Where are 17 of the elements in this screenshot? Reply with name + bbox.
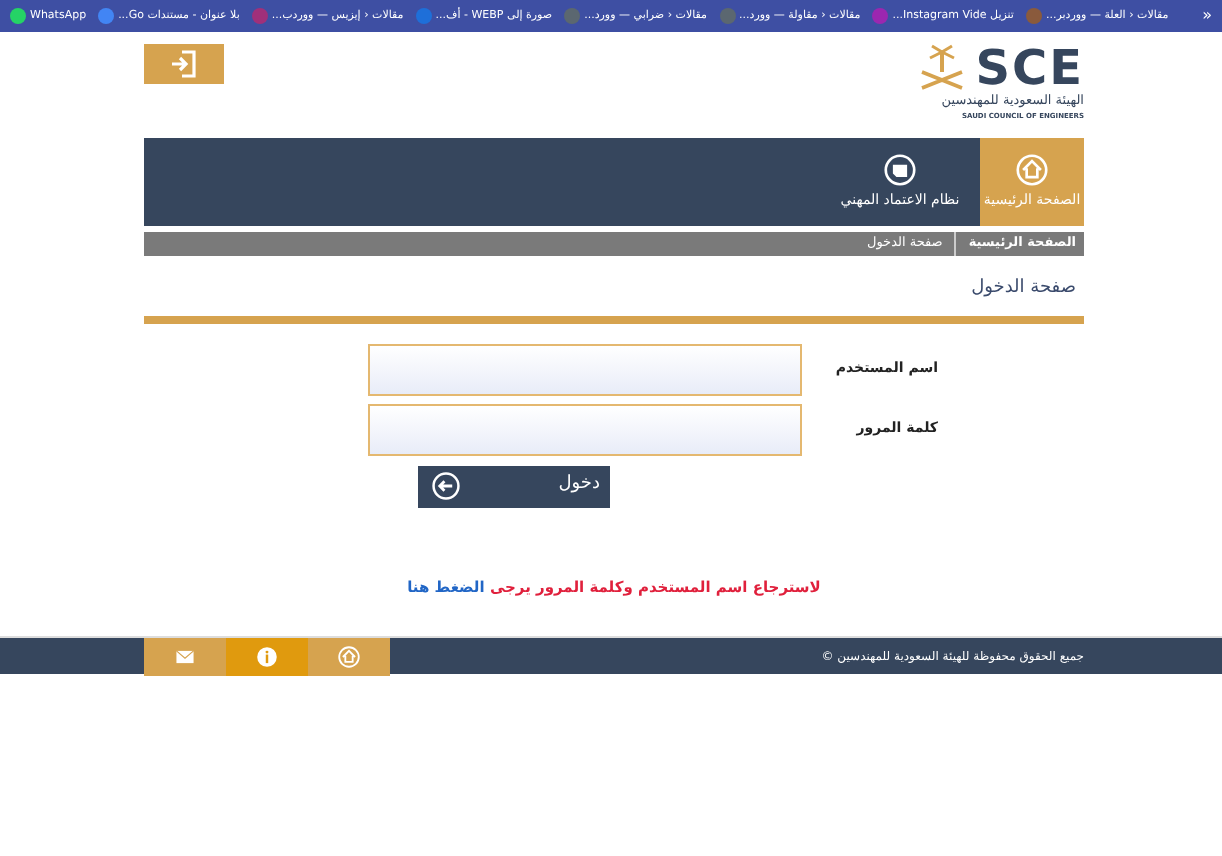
input-field[interactable]: [368, 403, 802, 455]
info-icon: [256, 645, 278, 668]
page-title: صفحة الدخول: [969, 276, 1076, 302]
document-icon: [884, 153, 916, 186]
footer-button[interactable]: [144, 637, 226, 676]
home-icon: [1016, 153, 1048, 186]
home-icon: [338, 645, 360, 668]
login-icon: [170, 50, 198, 78]
login-button[interactable]: [144, 44, 224, 84]
submit-button[interactable]: دخول: [418, 465, 610, 507]
input-field[interactable]: [368, 343, 802, 395]
mail-icon: [174, 645, 196, 668]
footer-button[interactable]: [308, 637, 390, 676]
logo-text: SCE: [975, 44, 1084, 92]
more-bookmarks-button[interactable]: »: [1202, 4, 1212, 28]
palm-swords-icon: [915, 44, 968, 92]
footer-button[interactable]: [226, 637, 308, 676]
